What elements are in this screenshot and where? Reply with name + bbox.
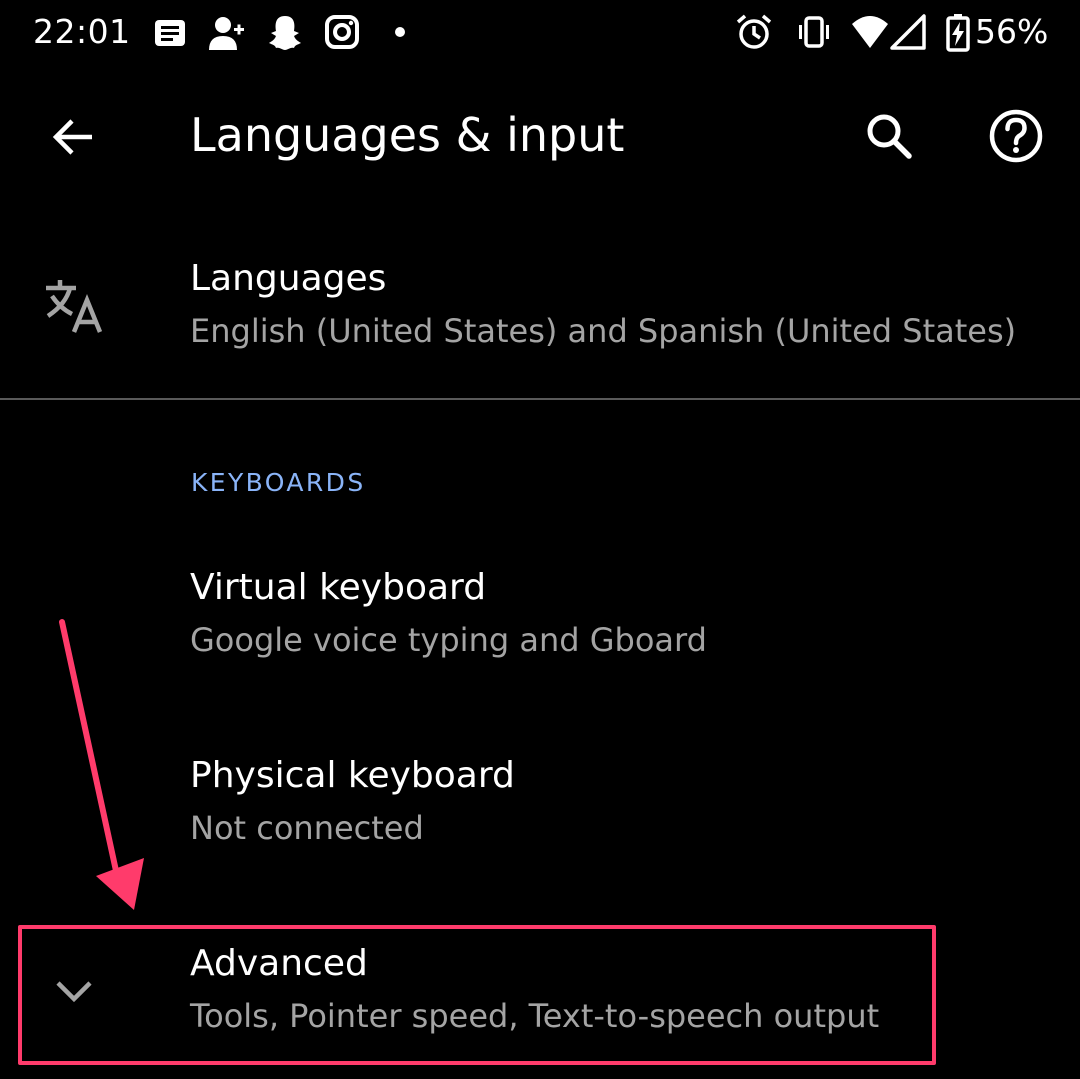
annotation-arrow — [59, 619, 144, 910]
